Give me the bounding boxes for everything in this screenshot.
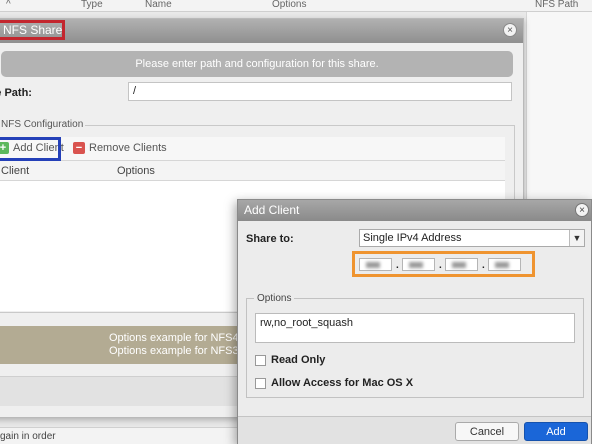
blurred-value <box>495 262 509 268</box>
read-only-label: Read Only <box>271 354 326 366</box>
ip-octet-4-input[interactable] <box>488 258 521 271</box>
blurred-value <box>409 262 423 268</box>
ip-octet-2-input[interactable] <box>402 258 435 271</box>
options-input[interactable]: rw,no_root_squash <box>255 313 575 343</box>
sort-arrow-icon[interactable]: ^ <box>6 0 11 10</box>
checkbox-icon[interactable] <box>255 377 266 389</box>
ip-separator: . <box>396 260 399 271</box>
column-header-client-options[interactable]: Options <box>117 165 155 177</box>
add-client-highlight-box <box>0 137 61 161</box>
nfs-dialog-titlebar[interactable]: NFS Share × <box>0 19 523 43</box>
read-only-checkbox[interactable]: Read Only <box>255 354 325 366</box>
add-client-dialog: Add Client × Share to: Single IPv4 Addre… <box>237 199 592 444</box>
example-nfs4: Options example for NFS4: <box>109 332 242 344</box>
client-toolbar: + Add Client − Remove Clients <box>0 137 505 161</box>
info-banner: Please enter path and configuration for … <box>1 51 513 77</box>
nfs-configuration-legend: NFS Configuration <box>0 119 86 130</box>
ip-separator: . <box>482 260 485 271</box>
status-text: gain in order <box>0 431 56 442</box>
column-header-nfs-path[interactable]: NFS Path <box>535 0 578 10</box>
column-header-type[interactable]: Type <box>81 0 103 10</box>
status-bar: gain in order <box>0 427 240 444</box>
chevron-down-icon[interactable]: ▼ <box>569 230 584 246</box>
ip-octet-1-input[interactable] <box>359 258 392 271</box>
mac-access-label: Allow Access for Mac OS X <box>271 377 414 389</box>
ip-octet-3-input[interactable] <box>445 258 478 271</box>
close-icon[interactable]: × <box>575 203 589 217</box>
share-to-label: Share to: <box>246 233 294 245</box>
blurred-value <box>452 262 466 268</box>
add-button[interactable]: Add <box>524 422 588 441</box>
table-header: ^ Type Name Options NFS Path <box>0 0 592 12</box>
remove-clients-label: Remove Clients <box>89 142 167 154</box>
add-client-footer: Cancel Add <box>238 416 591 444</box>
ip-address-highlight-box: . . . <box>352 251 535 277</box>
options-legend: Options <box>254 293 295 304</box>
share-to-select[interactable]: Single IPv4 Address ▼ <box>359 229 585 247</box>
title-highlight-box <box>0 20 65 40</box>
column-header-client[interactable]: Client <box>1 165 29 177</box>
example-nfs3: Options example for NFS3: <box>109 345 242 357</box>
add-client-title: Add Client <box>244 203 300 217</box>
column-header-name[interactable]: Name <box>145 0 172 10</box>
blurred-value <box>366 262 380 268</box>
ip-separator: . <box>439 260 442 271</box>
minus-icon: − <box>73 142 85 154</box>
cancel-button[interactable]: Cancel <box>455 422 519 441</box>
client-table-header: Client Options <box>0 161 505 181</box>
share-to-value: Single IPv4 Address <box>363 232 462 244</box>
share-path-label: re Path: <box>0 87 32 99</box>
checkbox-icon[interactable] <box>255 354 266 366</box>
share-path-input[interactable]: / <box>128 82 512 101</box>
remove-clients-button[interactable]: − Remove Clients <box>73 142 167 154</box>
close-icon[interactable]: × <box>503 23 517 37</box>
mac-access-checkbox[interactable]: Allow Access for Mac OS X <box>255 377 413 389</box>
add-client-titlebar[interactable]: Add Client × <box>238 200 591 221</box>
column-header-options[interactable]: Options <box>272 0 306 10</box>
